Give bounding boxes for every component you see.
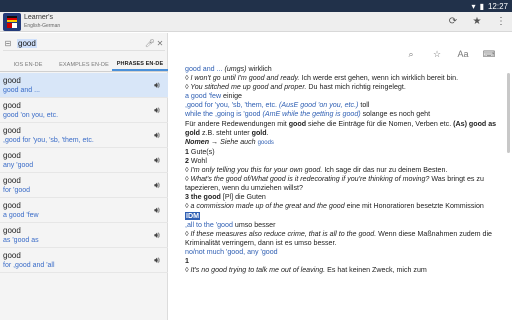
results-panel: ⊟ good 🎤︎ ✕ IOS EN-DE EXAMPLES EN-DE PHR… — [0, 33, 168, 320]
star-outline-icon[interactable]: ☆ — [430, 47, 444, 61]
speaker-icon[interactable]: 🔊︎ — [151, 79, 163, 91]
tab-phrases-en-de[interactable]: PHRASES EN-DE — [112, 59, 168, 71]
app-subtitle: English-German — [24, 23, 61, 29]
list-item[interactable]: good ,good for 'you, 'sb, 'them, etc. 🔊︎ — [0, 123, 168, 148]
microphone-icon[interactable]: 🎤︎ — [145, 38, 155, 50]
list-item[interactable]: good a good 'few 🔊︎ — [0, 198, 168, 223]
status-icons: ▾ ▮ 12:27 — [472, 0, 508, 12]
list-item[interactable]: good any 'good 🔊︎ — [0, 148, 168, 173]
clear-icon[interactable]: ✕ — [155, 38, 165, 50]
list-item[interactable]: good for 'good 🔊︎ — [0, 173, 168, 198]
speaker-icon[interactable]: 🔊︎ — [151, 179, 163, 191]
app-logo-icon[interactable] — [3, 13, 21, 31]
dictionary-entry: good and ... (umgs) wirklich ◊ I won't g… — [185, 65, 497, 275]
list-item[interactable]: good for ,good and 'all 🔊︎ — [0, 248, 168, 273]
more-icon[interactable]: ⋮ — [494, 15, 508, 29]
speaker-icon[interactable]: 🔊︎ — [151, 204, 163, 216]
speaker-icon[interactable]: 🔊︎ — [151, 104, 163, 116]
scrollbar[interactable] — [507, 73, 510, 153]
speaker-icon[interactable]: 🔊︎ — [151, 229, 163, 241]
search-bar: ⊟ good 🎤︎ ✕ — [3, 37, 165, 51]
list-item[interactable]: good good and ... 🔊︎ — [0, 73, 168, 98]
font-size-icon[interactable]: Aa — [456, 47, 470, 61]
app-title: Learner's — [24, 14, 53, 21]
sync-icon[interactable]: ⟳ — [446, 15, 460, 29]
speaker-icon[interactable]: 🔊︎ — [151, 129, 163, 141]
app-bar: Learner's English-German ⟳ ★ ⋮ — [0, 12, 512, 32]
status-time: 12:27 — [487, 1, 508, 11]
battery-icon: ▮ — [479, 1, 484, 11]
tab-bar: IOS EN-DE EXAMPLES EN-DE PHRASES EN-DE — [0, 59, 168, 72]
tab-examples-en-de[interactable]: EXAMPLES EN-DE — [56, 59, 112, 71]
wifi-icon: ▾ — [471, 1, 476, 11]
star-icon[interactable]: ★ — [470, 15, 484, 29]
results-list: good good and ... 🔊︎ good good 'on you, … — [0, 73, 168, 273]
search-icon[interactable]: ⌕ — [404, 47, 418, 61]
entry-panel: ⌕ ☆ Aa ⌨ good and ... (umgs) wirklich ◊ … — [169, 33, 512, 320]
status-bar: ▾ ▮ 12:27 — [0, 0, 512, 12]
speaker-icon[interactable]: 🔊︎ — [151, 154, 163, 166]
idiom-badge: IDM — [185, 211, 201, 220]
search-input[interactable]: good — [13, 39, 145, 48]
keyboard-icon[interactable]: ⌨ — [482, 47, 496, 61]
list-item[interactable]: good as 'good as 🔊︎ — [0, 223, 168, 248]
tab-ios-en-de[interactable]: IOS EN-DE — [0, 59, 56, 71]
search-mode-icon[interactable]: ⊟ — [3, 38, 13, 50]
speaker-icon[interactable]: 🔊︎ — [151, 254, 163, 266]
list-item[interactable]: good good 'on you, etc. 🔊︎ — [0, 98, 168, 123]
